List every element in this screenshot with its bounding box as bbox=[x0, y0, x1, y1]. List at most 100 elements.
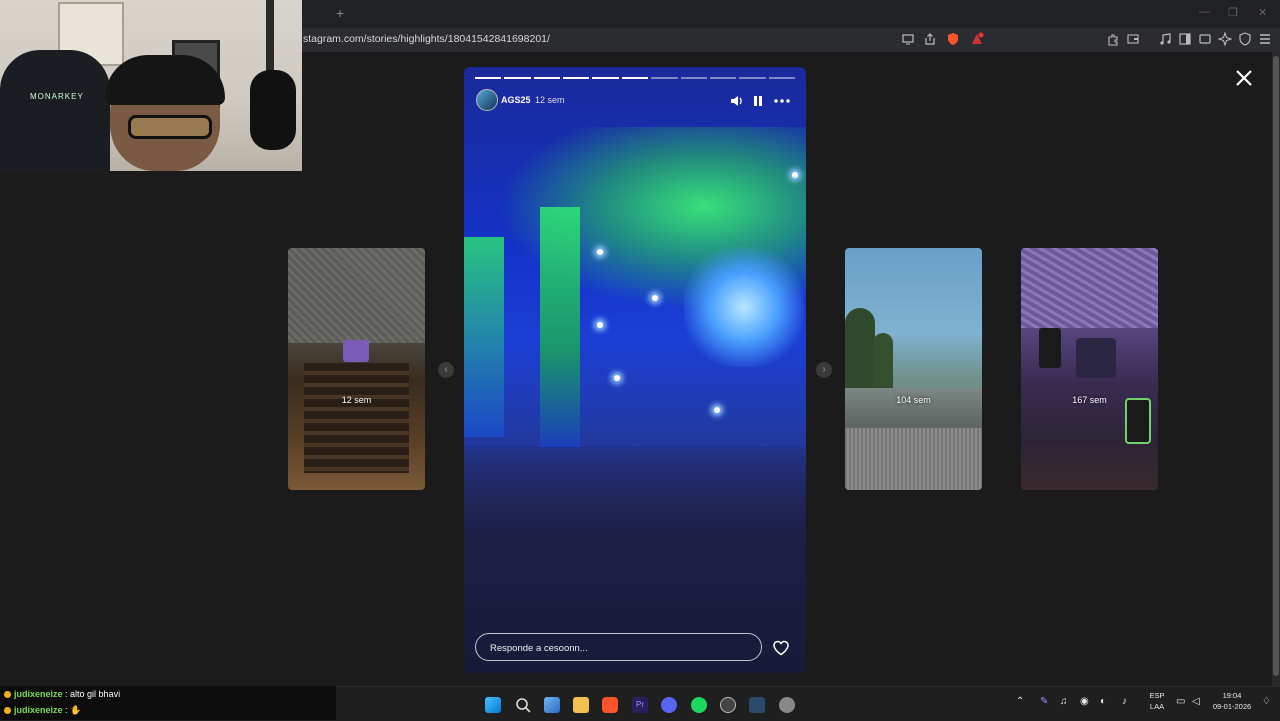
page-scrollbar[interactable] bbox=[1272, 52, 1280, 686]
preview-dashboard bbox=[845, 428, 982, 490]
avatar[interactable] bbox=[476, 89, 498, 111]
discord-icon[interactable] bbox=[661, 697, 677, 713]
chat-separator: : bbox=[62, 705, 71, 715]
search-icon[interactable] bbox=[515, 697, 531, 713]
spotify-icon[interactable] bbox=[691, 697, 707, 713]
steam-icon[interactable] bbox=[749, 697, 765, 713]
preview-wall bbox=[288, 248, 425, 343]
start-icon[interactable] bbox=[485, 697, 501, 713]
wallet-alt-icon[interactable] bbox=[1198, 32, 1212, 46]
chat-message: judixeneize : alto gil bhavi bbox=[4, 689, 120, 699]
chair-brand-logo: MONARKEY bbox=[30, 92, 84, 101]
chevron-left-icon: ‹ bbox=[444, 364, 448, 375]
progress-segment bbox=[533, 77, 561, 79]
close-icon bbox=[1236, 70, 1252, 86]
progress-segment bbox=[592, 77, 619, 79]
share-icon[interactable] bbox=[923, 32, 937, 46]
leo-ai-icon[interactable] bbox=[1217, 31, 1233, 47]
language-top[interactable]: ESP bbox=[1145, 691, 1169, 700]
preview-time: 167 sem bbox=[1072, 395, 1107, 405]
volume-tray-icon[interactable]: ◁ bbox=[1192, 696, 1200, 707]
preview-palm bbox=[845, 308, 875, 388]
progress-segment bbox=[768, 77, 795, 79]
extensions-icon[interactable] bbox=[1106, 32, 1120, 46]
more-options-icon[interactable] bbox=[774, 97, 790, 105]
media-icon[interactable] bbox=[1158, 32, 1172, 46]
story-username[interactable]: AGS25 bbox=[501, 95, 531, 105]
pause-icon[interactable] bbox=[752, 95, 764, 107]
stage-light bbox=[614, 375, 620, 381]
chevron-up-icon[interactable]: ⌃ bbox=[1016, 696, 1024, 707]
wallet-icon[interactable] bbox=[1126, 32, 1140, 46]
network-icon[interactable]: ▭ bbox=[1176, 696, 1185, 707]
brave-browser-icon[interactable] bbox=[602, 697, 618, 713]
pen-icon[interactable]: ✎ bbox=[1040, 696, 1048, 707]
obs-icon[interactable] bbox=[720, 697, 736, 713]
heart-icon[interactable] bbox=[772, 639, 790, 657]
close-story-button[interactable] bbox=[1234, 68, 1254, 88]
new-tab-button[interactable]: + bbox=[336, 5, 344, 21]
stage-light bbox=[597, 249, 603, 255]
chat-text: ✋ bbox=[70, 705, 82, 715]
story-main[interactable]: AGS25 12 sem bbox=[464, 67, 806, 673]
steam-tray-icon[interactable]: ◉ bbox=[1080, 696, 1089, 707]
webcam-guitar bbox=[250, 70, 296, 150]
headset-icon[interactable]: ♫ bbox=[1060, 696, 1068, 707]
stream-chat-overlay: judixeneize : alto gil bhavi judixeneize… bbox=[0, 686, 336, 720]
preview-phone bbox=[1039, 328, 1061, 368]
brave-rewards-icon[interactable] bbox=[970, 32, 984, 46]
progress-segment bbox=[621, 77, 649, 79]
gallery-icon[interactable] bbox=[544, 697, 560, 713]
brave-shield-icon[interactable] bbox=[946, 32, 960, 46]
story-time: 12 sem bbox=[535, 95, 565, 105]
url-field[interactable]: stagram.com/stories/highlights/180415428… bbox=[303, 33, 550, 45]
reply-box[interactable] bbox=[475, 633, 762, 661]
preview-lights bbox=[1021, 248, 1158, 328]
stage-light bbox=[792, 172, 798, 178]
webcam-chair bbox=[0, 50, 110, 171]
tray-app-icon[interactable]: ◐ bbox=[1100, 696, 1106, 707]
webcam-guitar-neck bbox=[266, 0, 274, 80]
volume-icon[interactable] bbox=[730, 95, 744, 107]
preview-road bbox=[845, 388, 982, 428]
microphone-icon[interactable]: ♪ bbox=[1122, 696, 1127, 707]
story-preview-next[interactable]: 104 sem bbox=[845, 248, 982, 490]
story-header: AGS25 12 sem bbox=[474, 89, 796, 111]
clock-date[interactable]: 09-01-2026 bbox=[1206, 702, 1258, 711]
menu-icon[interactable] bbox=[1258, 32, 1272, 46]
preview-time: 104 sem bbox=[896, 395, 931, 405]
preview-rack bbox=[304, 363, 409, 473]
settings-gear-icon[interactable] bbox=[779, 697, 795, 713]
next-story-button[interactable]: › bbox=[816, 362, 832, 378]
user-badge-icon bbox=[4, 707, 11, 715]
reply-input[interactable] bbox=[488, 639, 752, 657]
close-window-button[interactable]: ✕ bbox=[1258, 6, 1267, 19]
webcam-headset bbox=[105, 55, 225, 105]
webcam-overlay: MONARKEY bbox=[0, 0, 302, 171]
user-badge-icon bbox=[4, 691, 11, 699]
clock-time[interactable]: 19:04 bbox=[1206, 691, 1258, 700]
premiere-pro-icon[interactable]: Pr bbox=[632, 697, 648, 713]
story-progress bbox=[475, 77, 795, 79]
chevron-right-icon: › bbox=[822, 364, 826, 375]
maximize-button[interactable]: ❐ bbox=[1228, 6, 1238, 19]
story-preview-next-2[interactable]: 167 sem bbox=[1021, 248, 1158, 490]
minimize-button[interactable]: — bbox=[1199, 6, 1210, 18]
stage-screen-column bbox=[540, 207, 580, 447]
scrollbar-thumb[interactable] bbox=[1273, 56, 1279, 676]
language-bottom[interactable]: LAA bbox=[1145, 702, 1169, 711]
sidebar-icon[interactable] bbox=[1178, 32, 1192, 46]
file-explorer-icon[interactable] bbox=[573, 697, 589, 713]
preview-sticker bbox=[343, 340, 369, 362]
preview-phone bbox=[1076, 338, 1116, 378]
progress-segment bbox=[475, 77, 502, 79]
progress-segment bbox=[739, 77, 766, 79]
story-controls bbox=[730, 93, 796, 109]
chat-message: judixeneize : ✋ bbox=[4, 705, 81, 716]
vpn-shield-icon[interactable] bbox=[1238, 32, 1252, 46]
previous-story-button[interactable]: ‹ bbox=[438, 362, 454, 378]
stage-light bbox=[714, 407, 720, 413]
story-preview-previous[interactable]: 12 sem bbox=[288, 248, 425, 490]
screen-icon[interactable] bbox=[901, 32, 915, 46]
notification-bell-icon[interactable]: ♢ bbox=[1262, 696, 1271, 707]
